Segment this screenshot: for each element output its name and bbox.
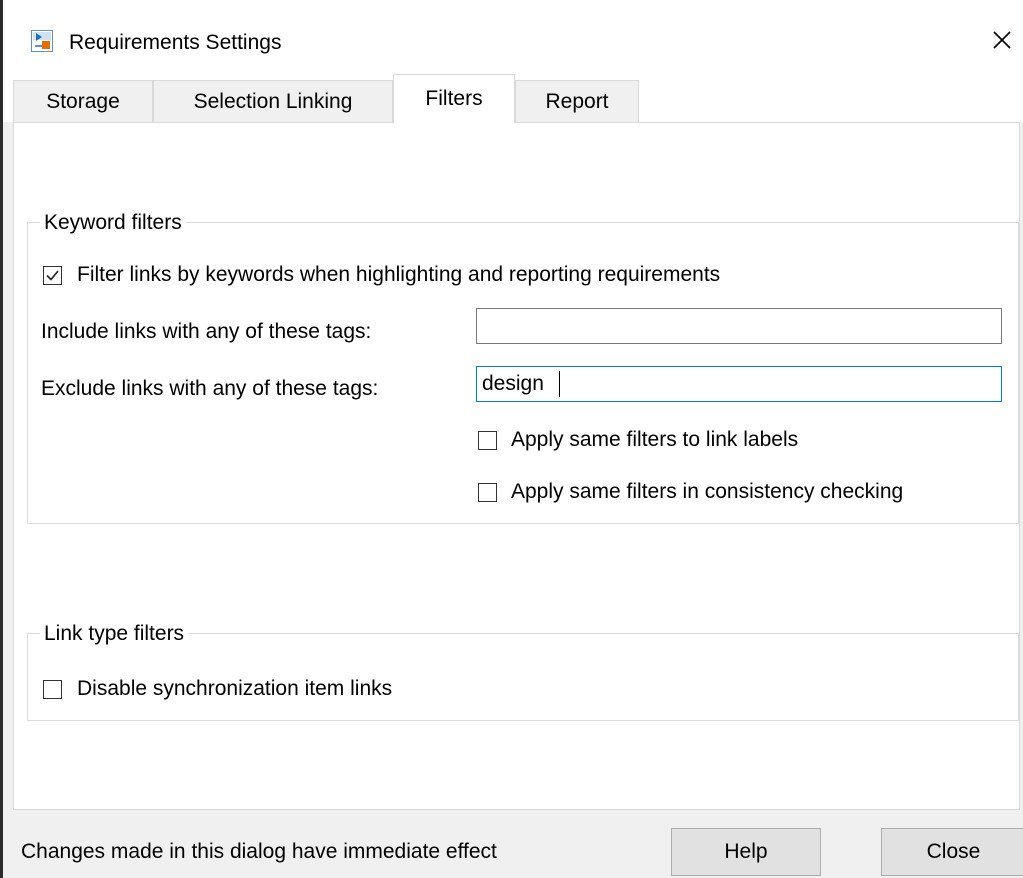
- tab-selection-linking[interactable]: Selection Linking: [153, 80, 393, 122]
- disable-sync-links-checkbox[interactable]: [43, 680, 62, 699]
- text-cursor: [559, 371, 560, 397]
- filters-panel: Keyword filters Filter links by keywords…: [13, 122, 1020, 810]
- window-title: Requirements Settings: [69, 31, 282, 54]
- apply-to-link-labels-checkbox[interactable]: [478, 431, 497, 450]
- filter-by-keywords-label[interactable]: Filter links by keywords when highlighti…: [77, 262, 720, 288]
- apply-to-link-labels-label[interactable]: Apply same filters to link labels: [511, 427, 798, 453]
- tab-storage[interactable]: Storage: [13, 80, 153, 122]
- include-tags-label: Include links with any of these tags:: [41, 320, 372, 343]
- simulink-model-icon: [31, 30, 53, 52]
- apply-in-consistency-label[interactable]: Apply same filters in consistency checki…: [511, 479, 903, 505]
- disable-sync-links-label[interactable]: Disable synchronization item links: [77, 676, 392, 702]
- apply-in-consistency-checkbox[interactable]: [478, 483, 497, 502]
- title-bar[interactable]: Requirements Settings: [3, 0, 1023, 72]
- include-tags-input[interactable]: [476, 308, 1002, 344]
- close-button[interactable]: Close: [881, 828, 1023, 876]
- filter-by-keywords-checkbox[interactable]: [43, 266, 62, 285]
- status-message: Changes made in this dialog have immedia…: [21, 840, 497, 863]
- exclude-tags-label: Exclude links with any of these tags:: [41, 377, 379, 400]
- close-icon[interactable]: [988, 26, 1016, 54]
- checkmark-icon: [46, 270, 59, 281]
- exclude-tags-input[interactable]: [476, 366, 1002, 402]
- help-button[interactable]: Help: [671, 828, 821, 876]
- tab-filters[interactable]: Filters: [393, 74, 515, 123]
- tab-report[interactable]: Report: [515, 80, 639, 122]
- keyword-filters-heading: Keyword filters: [40, 211, 186, 235]
- requirements-settings-dialog: Requirements Settings Storage Selection …: [0, 0, 1023, 878]
- link-type-filters-heading: Link type filters: [40, 622, 189, 646]
